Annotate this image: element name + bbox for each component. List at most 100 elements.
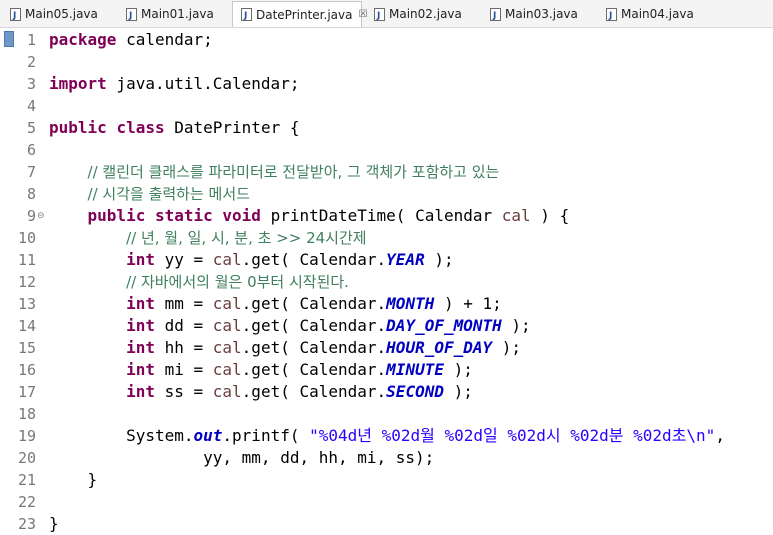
code-text: // 자바에서의 월은 0부터 시작된다. [49, 271, 349, 293]
code-line[interactable]: 20 yy, mm, dd, hh, mi, ss); [0, 447, 773, 469]
java-file-icon: J [126, 7, 137, 21]
line-number: 7 [26, 163, 36, 181]
code-line[interactable]: 13 int mm = cal.get( Calendar.MONTH ) + … [0, 293, 773, 315]
code-line[interactable]: 14 int dd = cal.get( Calendar.DAY_OF_MON… [0, 315, 773, 337]
code-token: ); [424, 250, 454, 269]
close-tab-icon[interactable]: ☒ [358, 9, 367, 20]
line-number: 4 [26, 97, 36, 115]
code-line[interactable]: 11 int yy = cal.get( Calendar.YEAR ); [0, 249, 773, 271]
code-line[interactable]: 17 int ss = cal.get( Calendar.SECOND ); [0, 381, 773, 403]
java-file-icon: J [241, 8, 252, 21]
code-token: DAY_OF_MONTH [386, 316, 502, 335]
code-token: HOUR_OF_DAY [386, 338, 493, 357]
line-number: 22 [17, 493, 36, 511]
code-text: // 캘린더 클래스를 파라미터로 전달받아, 그 객체가 포함하고 있는 [49, 161, 500, 183]
code-token: // 년, 월, 일, 시, 분, 초 >> 24시간제 [126, 229, 367, 247]
code-token: .get( Calendar. [241, 338, 387, 357]
code-line[interactable]: 7 // 캘린더 클래스를 파라미터로 전달받아, 그 객체가 포함하고 있는 [0, 161, 773, 183]
code-text: int hh = cal.get( Calendar.HOUR_OF_DAY )… [49, 337, 521, 359]
code-line[interactable]: 19 System.out.printf( "%04d년 %02d월 %02d일… [0, 425, 773, 447]
code-text: int ss = cal.get( Calendar.SECOND ); [49, 381, 473, 403]
code-line[interactable]: 8 // 시각을 출력하는 메서드 [0, 183, 773, 205]
code-text: public class DatePrinter { [49, 117, 299, 139]
editor-tab-bar: J Main05.java J Main01.java J DatePrinter.jav… [0, 0, 773, 28]
code-text: int mm = cal.get( Calendar.MONTH ) + 1; [49, 293, 502, 315]
code-line[interactable]: 18 [0, 403, 773, 425]
code-token: // 자바에서의 월은 0부터 시작된다. [126, 273, 349, 291]
line-number: 18 [17, 405, 36, 423]
code-line[interactable]: 22 [0, 491, 773, 513]
code-line[interactable]: 4 [0, 95, 773, 117]
code-line[interactable]: 5 public class DatePrinter { [0, 117, 773, 139]
tab-main04-java[interactable]: J Main04.java [604, 2, 716, 26]
code-line[interactable]: 3 import java.util.Calendar; [0, 73, 773, 95]
code-token: int [126, 250, 155, 269]
fold-collapse-icon[interactable]: ⊖ [37, 211, 45, 221]
code-line[interactable]: 6 [0, 139, 773, 161]
tab-main01-java[interactable]: J Main01.java [124, 2, 232, 26]
code-token: int [126, 338, 155, 357]
code-token: ); [492, 338, 522, 357]
tab-main05-java[interactable]: J Main05.java [8, 2, 120, 26]
code-text: import java.util.Calendar; [49, 73, 299, 95]
code-text: public static void printDateTime( Calend… [49, 205, 570, 227]
code-line[interactable]: 9 ⊖ public static void printDateTime( Cal… [0, 205, 773, 227]
code-line[interactable]: 16 int mi = cal.get( Calendar.MINUTE ); [0, 359, 773, 381]
code-token: yy = [154, 250, 213, 269]
line-number: 8 [26, 185, 36, 203]
code-editor[interactable]: 1 package calendar; 2 3 import java.util.Cal… [0, 28, 773, 533]
code-token: cal [212, 360, 242, 379]
code-token: ); [443, 360, 473, 379]
code-line[interactable]: 1 package calendar; [0, 29, 773, 51]
line-number: 3 [26, 75, 36, 93]
code-token: MONTH [386, 294, 435, 313]
code-text: // 시각을 출력하는 메서드 [49, 183, 250, 205]
code-line[interactable]: 2 [0, 51, 773, 73]
tab-dateprinter-java[interactable]: J DatePrinter.java ☒ [232, 1, 367, 27]
code-token: class [116, 118, 165, 137]
code-token: dd = [154, 316, 213, 335]
code-text: int dd = cal.get( Calendar.DAY_OF_MONTH … [49, 315, 531, 337]
line-number: 16 [17, 361, 36, 379]
code-token: "%04d년 %02d월 %02d일 %02d시 %02d분 %02d초\n" [309, 426, 716, 445]
java-file-icon: J [374, 7, 385, 21]
line-number: 9 [26, 207, 36, 225]
svg-text:J: J [376, 11, 380, 21]
svg-text:J: J [608, 11, 612, 21]
code-text: yy, mm, dd, hh, mi, ss); [49, 447, 434, 469]
code-text: } [49, 513, 59, 535]
java-file-icon: J [490, 7, 501, 21]
line-number: 21 [17, 471, 36, 489]
line-number: 11 [17, 251, 36, 269]
code-line[interactable]: 10 // 년, 월, 일, 시, 분, 초 >> 24시간제 [0, 227, 773, 249]
tab-label: Main04.java [621, 7, 694, 21]
tab-label: DatePrinter.java [256, 7, 353, 22]
code-line[interactable]: 15 int hh = cal.get( Calendar.HOUR_OF_DA… [0, 337, 773, 359]
code-line[interactable]: 23} [0, 513, 773, 535]
tab-main02-java[interactable]: J Main02.java [372, 2, 484, 26]
code-token: System. [49, 426, 194, 445]
code-text: int yy = cal.get( Calendar.YEAR ); [49, 249, 454, 271]
code-line[interactable]: 12 // 자바에서의 월은 0부터 시작된다. [0, 271, 773, 293]
code-token: ); [443, 382, 473, 401]
code-token: mi = [154, 360, 213, 379]
code-line[interactable]: 21 } [0, 469, 773, 491]
code-token: .printf( [222, 426, 310, 445]
svg-text:J: J [492, 11, 496, 21]
code-token: SECOND [386, 382, 444, 401]
code-token: cal [212, 316, 242, 335]
line-number: 1 [26, 31, 36, 49]
code-token: int [126, 382, 155, 401]
line-number: 20 [17, 449, 36, 467]
code-token: int [126, 294, 155, 313]
line-number: 6 [26, 141, 36, 159]
tab-main03-java[interactable]: J Main03.java [488, 2, 600, 26]
code-token: public [49, 118, 107, 137]
code-token: // 시각을 출력하는 메서드 [87, 185, 250, 203]
